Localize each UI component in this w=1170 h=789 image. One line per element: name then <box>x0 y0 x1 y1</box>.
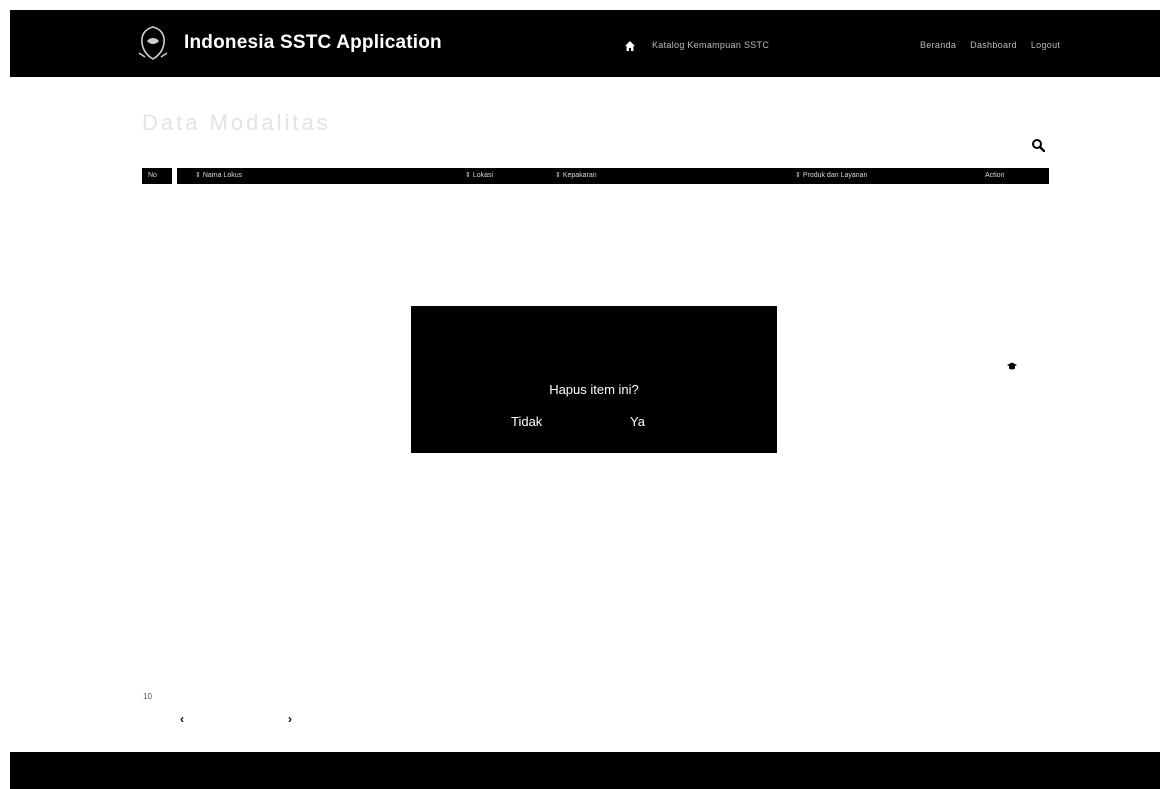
graduation-cap-icon[interactable] <box>1006 360 1018 372</box>
footer-bar <box>10 752 1160 789</box>
search-icon[interactable] <box>1031 138 1045 152</box>
cancel-button[interactable]: Tidak <box>511 414 542 429</box>
confirm-button[interactable]: Ya <box>630 414 645 429</box>
nav-home-link[interactable]: Katalog Kemampuan SSTC <box>652 40 769 50</box>
column-action: Action <box>985 172 1005 179</box>
column-kepakaran[interactable]: ⇕ Kepakaran <box>555 168 597 184</box>
pagination-next-button[interactable]: › <box>288 712 292 726</box>
column-produk-layanan[interactable]: ⇕ Produk dan Layanan <box>795 168 867 184</box>
delete-confirm-dialog: Hapus item ini? Tidak Ya <box>411 306 777 453</box>
logo-icon[interactable] <box>133 23 173 67</box>
column-lokasi[interactable]: ⇕ Lokasi <box>465 168 493 184</box>
nav-right-menu: Beranda Dashboard Logout <box>920 40 1060 50</box>
top-navbar: Indonesia SSTC Application Katalog Kemam… <box>10 10 1160 77</box>
pagination-info: 10 <box>143 692 152 701</box>
table-header-bar: ⇕ Nama Lokus ⇕ Lokasi ⇕ Kepakaran ⇕ Prod… <box>177 168 1049 184</box>
nav-item-beranda[interactable]: Beranda <box>920 40 956 50</box>
table-header: No ⇕ Nama Lokus ⇕ Lokasi ⇕ Kepakaran ⇕ P… <box>142 168 1049 184</box>
column-no[interactable]: No <box>142 168 172 184</box>
page-title: Data Modalitas <box>142 110 331 135</box>
column-nama-lokus[interactable]: ⇕ Nama Lokus <box>195 168 242 184</box>
app-title[interactable]: Indonesia SSTC Application <box>184 32 442 54</box>
nav-item-dashboard[interactable]: Dashboard <box>970 40 1017 50</box>
pagination-prev-button[interactable]: ‹ <box>180 712 184 726</box>
home-icon[interactable] <box>624 40 636 52</box>
dialog-message: Hapus item ini? <box>549 382 639 397</box>
nav-item-logout[interactable]: Logout <box>1031 40 1060 50</box>
